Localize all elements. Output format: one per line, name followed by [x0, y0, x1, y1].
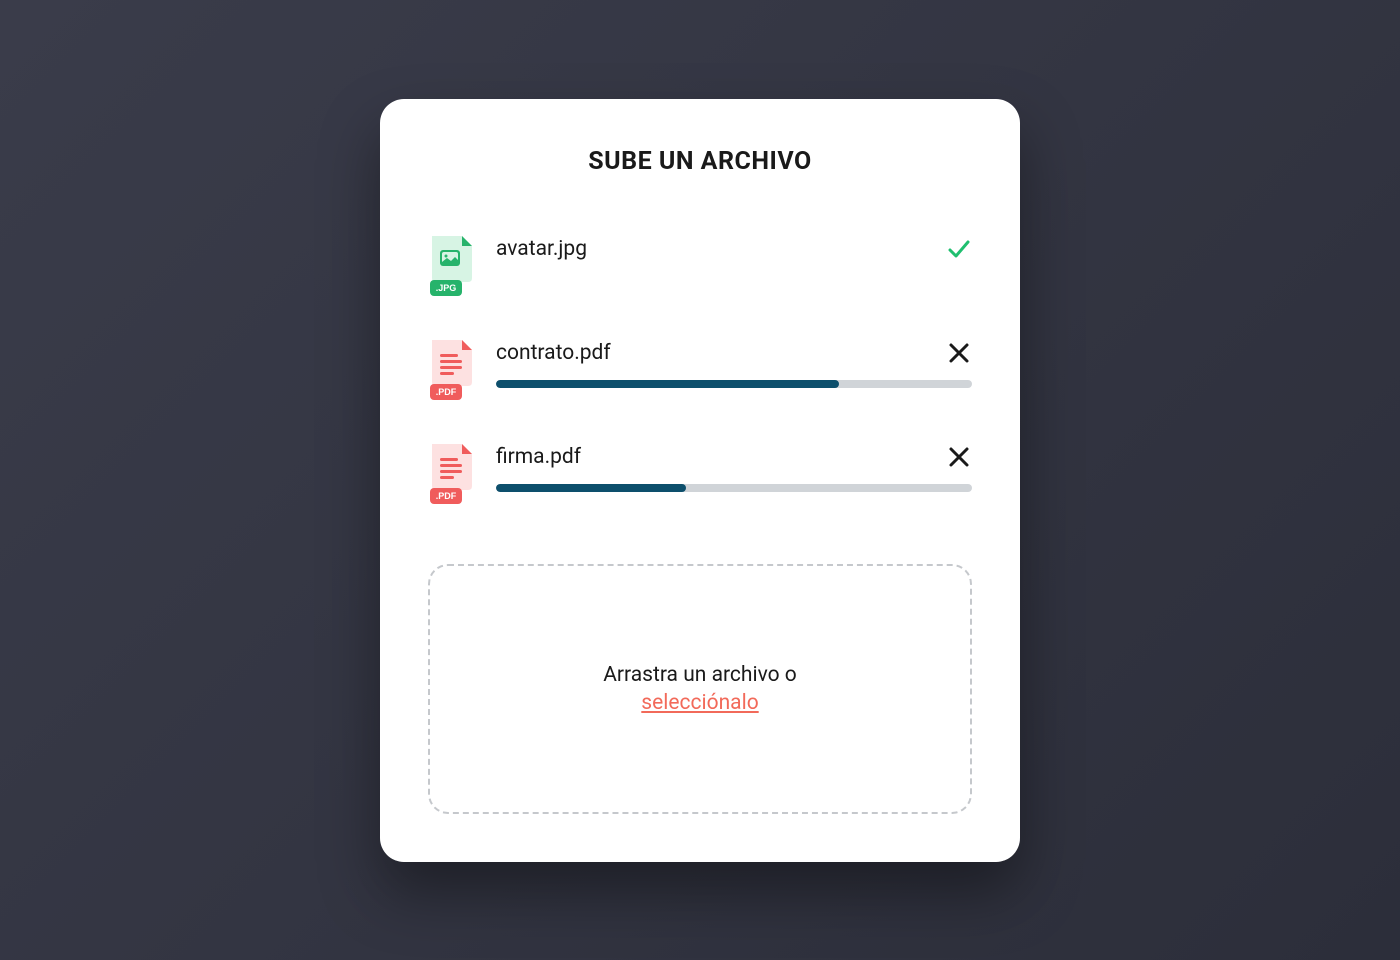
svg-text:.JPG: .JPG	[436, 283, 457, 293]
file-body: contrato.pdf	[496, 340, 972, 388]
file-row: .PDF firma.pdf	[428, 444, 972, 508]
progress-fill	[496, 484, 686, 492]
pdf-file-icon: .PDF	[428, 444, 476, 508]
card-title: SUBE UN ARCHIVO	[428, 147, 972, 176]
file-body: firma.pdf	[496, 444, 972, 492]
select-file-link[interactable]: selecciónalo	[641, 691, 758, 715]
upload-card: SUBE UN ARCHIVO .JPG avatar.jpg	[380, 99, 1020, 862]
progress-bar	[496, 484, 972, 492]
svg-text:.PDF: .PDF	[436, 491, 457, 501]
file-row: .PDF contrato.pdf	[428, 340, 972, 404]
progress-bar	[496, 380, 972, 388]
file-top: firma.pdf	[496, 444, 972, 470]
progress-fill	[496, 380, 839, 388]
file-list: .JPG avatar.jpg	[428, 236, 972, 508]
file-dropzone[interactable]: Arrastra un archivo o selecciónalo	[428, 564, 972, 814]
file-name: contrato.pdf	[496, 341, 611, 365]
file-body: avatar.jpg	[496, 236, 972, 262]
jpg-file-icon: .JPG	[428, 236, 476, 300]
dropzone-text: Arrastra un archivo o	[603, 663, 797, 687]
pdf-file-icon: .PDF	[428, 340, 476, 404]
file-name: firma.pdf	[496, 445, 581, 469]
file-name: avatar.jpg	[496, 237, 587, 261]
file-top: avatar.jpg	[496, 236, 972, 262]
file-top: contrato.pdf	[496, 340, 972, 366]
file-row: .JPG avatar.jpg	[428, 236, 972, 300]
check-icon	[946, 236, 972, 262]
svg-text:.PDF: .PDF	[436, 387, 457, 397]
cancel-upload-button[interactable]	[946, 340, 972, 366]
cancel-upload-button[interactable]	[946, 444, 972, 470]
